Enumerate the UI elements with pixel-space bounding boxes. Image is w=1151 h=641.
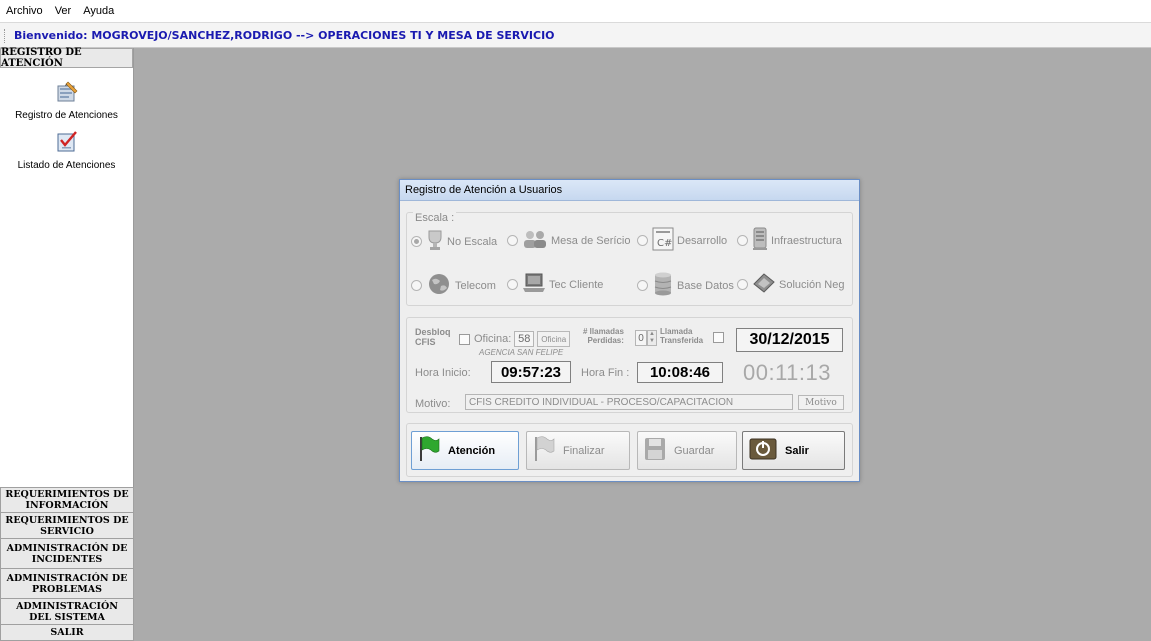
llamadas-stepper[interactable]: 0 ▲ ▼ [635, 330, 657, 346]
llamadas-spin-buttons[interactable]: ▲ ▼ [647, 330, 657, 346]
menu-archivo[interactable]: Archivo [6, 5, 43, 17]
escala-option-mesa-servicio[interactable]: Mesa de Serício [507, 229, 630, 252]
motivo-input[interactable]: CFIS CREDITO INDIVIDUAL - PROCESO/CAPACI… [465, 394, 793, 410]
finalizar-button[interactable]: Finalizar [526, 431, 630, 470]
trophy-icon [426, 229, 444, 254]
guardar-button[interactable]: Guardar [637, 431, 737, 470]
hora-inicio-field: 09:57:23 [491, 361, 571, 383]
desarrollo-radio[interactable] [637, 235, 648, 246]
hora-fin-field: 10:08:46 [637, 362, 723, 383]
escala-option-infraestructura[interactable]: Infraestructura [737, 227, 842, 254]
telecom-radio[interactable] [411, 280, 422, 291]
escala-option-no-escala[interactable]: No Escala [411, 229, 497, 254]
menu-ayuda[interactable]: Ayuda [83, 5, 114, 17]
sidebar-header[interactable]: REGISTRO DE ATENCIÓN [0, 47, 133, 69]
base-datos-radio[interactable] [637, 280, 648, 291]
laptop-icon [522, 272, 546, 297]
mesa-servicio-label: Mesa de Serício [551, 234, 631, 247]
atencion-button[interactable]: Atención [411, 431, 519, 470]
hora-inicio-label: Hora Inicio: [415, 367, 471, 379]
sidebar-bottom-menu: REQUERIMIENTOS DE INFORMACIÓN REQUERIMIE… [0, 487, 134, 641]
sidebar-requerimientos-informacion[interactable]: REQUERIMIENTOS DE INFORMACIÓN [0, 487, 134, 513]
llamadas-value[interactable]: 0 [635, 330, 647, 346]
green-flag-icon [418, 436, 440, 465]
svg-text:C#: C# [657, 238, 672, 249]
oficina-label: Oficina: [474, 333, 512, 345]
finalizar-label: Finalizar [563, 444, 605, 457]
oficina-button[interactable]: Oficina [537, 331, 571, 347]
registro-atencion-dialog: Registro de Atención a Usuarios Escala :… [399, 179, 860, 482]
no-escala-radio[interactable] [411, 236, 422, 247]
duracion-display: 00:11:13 [743, 360, 832, 385]
sidebar-requerimientos-servicio[interactable]: REQUERIMIENTOS DE SERVICIO [0, 513, 134, 539]
llamadas-perdidas-label: # llamadas Perdidas: [583, 327, 624, 345]
dialog-title: Registro de Atención a Usuarios [400, 180, 859, 201]
tec-cliente-label: Tec Cliente [549, 278, 604, 291]
salir-label: Salir [785, 444, 809, 457]
llamada-transferida-label: Llamada Transferida [660, 327, 704, 345]
oficina-input[interactable]: 58 [514, 331, 535, 347]
sidebar-administracion-problemas[interactable]: ADMINISTRACIÓN DE PROBLEMAS [0, 569, 134, 599]
telecom-label: Telecom [455, 279, 496, 292]
escala-group: Escala : No Escala Mesa de Serício C# De… [406, 212, 853, 306]
sidebar-item-listado-atenciones[interactable]: Listado de Atenciones [0, 130, 133, 171]
register-notepad-icon [54, 80, 80, 107]
mesa-servicio-radio[interactable] [507, 235, 518, 246]
gray-flag-icon [533, 436, 555, 465]
menu-ver[interactable]: Ver [55, 5, 72, 17]
details-group: Desbloq CFIS Oficina: 58 Oficina AGENCIA… [406, 317, 853, 413]
infraestructura-radio[interactable] [737, 235, 748, 246]
guardar-label: Guardar [674, 444, 715, 457]
database-icon [652, 272, 674, 299]
welcome-bar: Bienvenido: MOGROVEJO/SANCHEZ,RODRIGO --… [0, 22, 1151, 48]
atencion-label: Atención [448, 444, 496, 457]
salir-button[interactable]: Salir [742, 431, 845, 470]
globe-icon [426, 273, 452, 298]
sidebar-item-registro-atenciones[interactable]: Registro de Atenciones [0, 80, 133, 121]
escala-label: Escala : [413, 212, 457, 224]
checklist-icon [54, 130, 80, 157]
escala-option-base-datos[interactable]: Base Datos [637, 272, 734, 299]
desarrollo-label: Desarrollo [677, 234, 728, 247]
sidebar-item-label: Registro de Atenciones [15, 110, 118, 121]
escala-option-desarrollo[interactable]: C# Desarrollo [637, 227, 727, 254]
motivo-button[interactable]: Motivo [798, 395, 844, 410]
sidebar-item-label: Listado de Atenciones [17, 160, 116, 171]
no-escala-label: No Escala [447, 235, 498, 248]
llamada-transferida-checkbox[interactable] [713, 332, 724, 343]
book-icon [752, 272, 776, 297]
oficina-row: Oficina: 58 Oficina [459, 331, 571, 347]
sidebar-administracion-sistema[interactable]: ADMINISTRACIÓN DEL SISTEMA [0, 599, 134, 625]
server-icon [752, 227, 768, 254]
power-icon [749, 438, 777, 463]
hora-fin-label: Hora Fin : [581, 367, 630, 379]
sidebar-salir[interactable]: SALIR [0, 625, 134, 641]
infraestructura-label: Infraestructura [771, 234, 842, 247]
base-datos-label: Base Datos [677, 279, 734, 292]
solucion-neg-label: Solución Neg [779, 278, 845, 291]
sidebar-administracion-incidentes[interactable]: ADMINISTRACIÓN DE INCIDENTES [0, 539, 134, 569]
desbloq-cfis-label: Desbloq CFIS [415, 327, 451, 347]
welcome-text: Bienvenido: MOGROVEJO/SANCHEZ,RODRIGO --… [14, 28, 555, 42]
tec-cliente-radio[interactable] [507, 279, 518, 290]
users-icon [522, 229, 548, 252]
menu-bar: Archivo Ver Ayuda [0, 0, 1151, 22]
sidebar: REGISTRO DE ATENCIÓN Registro de Atencio… [0, 47, 134, 641]
csharp-icon: C# [652, 227, 674, 254]
escala-option-solucion-neg[interactable]: Solución Neg [737, 272, 844, 297]
agencia-label: AGENCIA SAN FELIPE [479, 348, 564, 357]
desbloq-cfis-checkbox[interactable] [459, 333, 470, 345]
fecha-field: 30/12/2015 [736, 328, 843, 352]
toolbar-grip [4, 29, 7, 43]
save-disk-icon [644, 437, 666, 464]
solucion-neg-radio[interactable] [737, 279, 748, 290]
motivo-label: Motivo: [415, 398, 451, 410]
escala-option-telecom[interactable]: Telecom [411, 273, 496, 298]
escala-option-tec-cliente[interactable]: Tec Cliente [507, 272, 603, 297]
